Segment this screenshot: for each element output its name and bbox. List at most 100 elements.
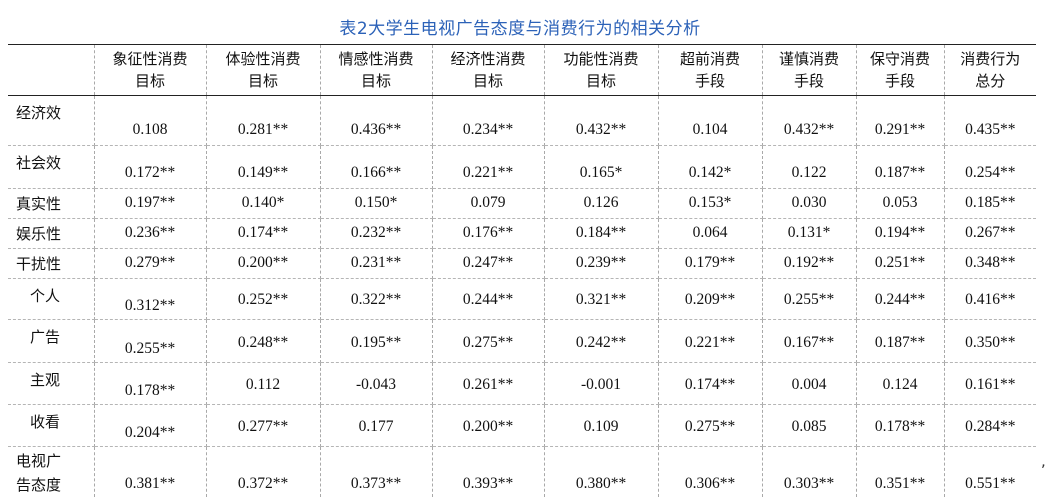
table-cell: 0.255** [94, 320, 206, 363]
table-cell: 0.126 [544, 189, 658, 219]
table-cell: 0.178** [94, 363, 206, 405]
table-row: 个人 0.312** 0.252** 0.322** 0.244** 0.321… [8, 279, 1036, 320]
table-cell: 0.131* [762, 219, 856, 249]
header-row: 象征性消费目标 体验性消费目标 情感性消费目标 经济性消费目标 功能性消费目标 … [8, 45, 1036, 96]
table-cell: 0.393** [432, 447, 544, 497]
table-cell: 0.200** [206, 249, 320, 279]
table-cell: 0.174** [658, 363, 762, 405]
table-cell: 0.432** [762, 96, 856, 146]
table-cell: 0.149** [206, 146, 320, 189]
row-label: 娱乐性 [8, 219, 94, 249]
table-cell: 0.165* [544, 146, 658, 189]
table-cell: 0.142* [658, 146, 762, 189]
table-cell: 0.195** [320, 320, 432, 363]
table-cell: 0.351** [856, 447, 944, 497]
row-label: 个人 [8, 279, 94, 320]
table-cell: 0.176** [432, 219, 544, 249]
table-cell: 0.348** [944, 249, 1036, 279]
column-header: 象征性消费目标 [94, 45, 206, 96]
table-cell: 0.306** [658, 447, 762, 497]
table-cell: 0.244** [432, 279, 544, 320]
table-cell: 0.079 [432, 189, 544, 219]
row-label-line: 告态度 [16, 473, 94, 497]
table-cell: 0.064 [658, 219, 762, 249]
table-cell: 0.322** [320, 279, 432, 320]
table-cell: 0.255** [762, 279, 856, 320]
column-header: 超前消费手段 [658, 45, 762, 96]
table-cell: 0.242** [544, 320, 658, 363]
table-cell: 0.187** [856, 320, 944, 363]
table-cell: 0.234** [432, 96, 544, 146]
table-row: 社会效 0.172** 0.149** 0.166** 0.221** 0.16… [8, 146, 1036, 189]
table-cell: 0.221** [432, 146, 544, 189]
corner-cell [8, 45, 94, 96]
table-cell: 0.185** [944, 189, 1036, 219]
row-label: 社会效 [8, 146, 94, 189]
table-cell: 0.194** [856, 219, 944, 249]
table-cell: 0.267** [944, 219, 1036, 249]
table-cell: 0.122 [762, 146, 856, 189]
table-cell: 0.167** [762, 320, 856, 363]
table-cell: 0.373** [320, 447, 432, 497]
table-cell: 0.161** [944, 363, 1036, 405]
table-cell: 0.248** [206, 320, 320, 363]
table-cell: 0.153* [658, 189, 762, 219]
table-cell: 0.291** [856, 96, 944, 146]
table-cell: 0.435** [944, 96, 1036, 146]
table-cell: 0.350** [944, 320, 1036, 363]
table-cell: 0.303** [762, 447, 856, 497]
table-cell: 0.277** [206, 405, 320, 447]
table-row: 电视广 告态度 0.381** 0.372** 0.373** 0.393** … [8, 447, 1036, 497]
table-cell: 0.254** [944, 146, 1036, 189]
column-header: 情感性消费目标 [320, 45, 432, 96]
column-header: 经济性消费目标 [432, 45, 544, 96]
row-label: 干扰性 [8, 249, 94, 279]
table-cell: 0.275** [432, 320, 544, 363]
table-cell: 0.231** [320, 249, 432, 279]
row-label: 经济效 [8, 96, 94, 146]
table-cell: 0.209** [658, 279, 762, 320]
column-header: 消费行为总分 [944, 45, 1036, 96]
trailing-comma: , [1041, 452, 1046, 470]
table-cell: 0.187** [856, 146, 944, 189]
table-cell: 0.279** [94, 249, 206, 279]
table-cell: 0.172** [94, 146, 206, 189]
table-cell: 0.177 [320, 405, 432, 447]
table-cell: 0.381** [94, 447, 206, 497]
table-cell: 0.232** [320, 219, 432, 249]
table-cell: 0.239** [544, 249, 658, 279]
table-row: 经济效 0.108 0.281** 0.436** 0.234** 0.432*… [8, 96, 1036, 146]
table-cell: 0.112 [206, 363, 320, 405]
table-cell: 0.184** [544, 219, 658, 249]
column-header: 保守消费手段 [856, 45, 944, 96]
table-cell: 0.221** [658, 320, 762, 363]
table-cell: 0.124 [856, 363, 944, 405]
table-cell: 0.252** [206, 279, 320, 320]
table-cell: -0.001 [544, 363, 658, 405]
row-label: 主观 [8, 363, 94, 405]
table-cell: 0.192** [762, 249, 856, 279]
table-cell: 0.004 [762, 363, 856, 405]
table-row: 广告 0.255** 0.248** 0.195** 0.275** 0.242… [8, 320, 1036, 363]
table-cell: 0.174** [206, 219, 320, 249]
table-cell: 0.108 [94, 96, 206, 146]
table-cell: 0.321** [544, 279, 658, 320]
table-cell: 0.275** [658, 405, 762, 447]
table-cell: 0.204** [94, 405, 206, 447]
table-cell: 0.197** [94, 189, 206, 219]
table-cell: 0.251** [856, 249, 944, 279]
table-row: 娱乐性 0.236** 0.174** 0.232** 0.176** 0.18… [8, 219, 1036, 249]
table-cell: 0.247** [432, 249, 544, 279]
table-row: 收看 0.204** 0.277** 0.177 0.200** 0.109 0… [8, 405, 1036, 447]
row-label-line: 电视广 [16, 449, 94, 473]
table-row: 主观 0.178** 0.112 -0.043 0.261** -0.001 0… [8, 363, 1036, 405]
table-cell: 0.436** [320, 96, 432, 146]
table-cell: 0.416** [944, 279, 1036, 320]
row-label: 广告 [8, 320, 94, 363]
table-cell: 0.166** [320, 146, 432, 189]
table-cell: 0.140* [206, 189, 320, 219]
table-cell: 0.030 [762, 189, 856, 219]
table-cell: 0.053 [856, 189, 944, 219]
table-cell: 0.236** [94, 219, 206, 249]
table-cell: 0.261** [432, 363, 544, 405]
